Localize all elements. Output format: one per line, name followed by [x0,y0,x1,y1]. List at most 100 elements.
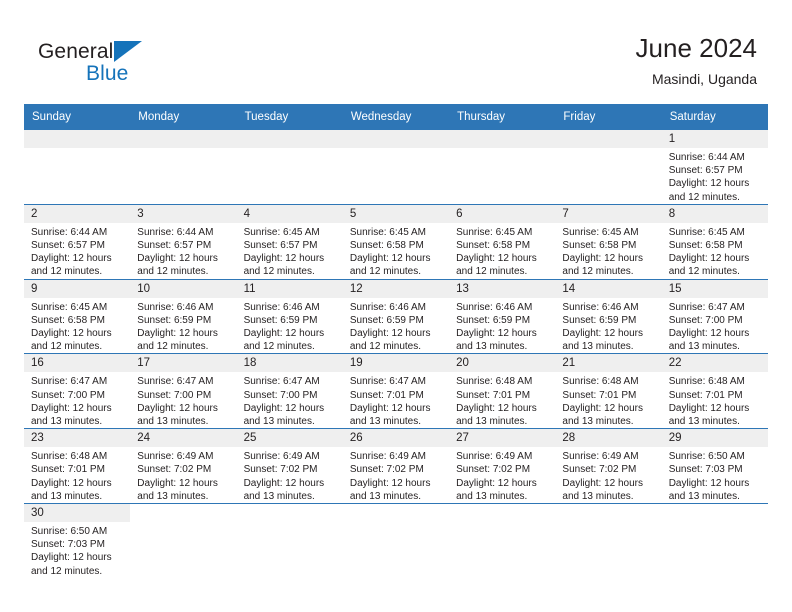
day-details: Sunrise: 6:44 AM Sunset: 6:57 PM Daylight:… [662,148,768,204]
calendar-day-cell[interactable]: 26 Sunrise: 6:49 AM Sunset: 7:02 PM Dayligh… [342,428,450,504]
brand-logo-row-top: General [38,39,143,64]
calendar-table: Sunday Monday Tuesday Wednesday Thursday… [24,104,768,578]
calendar-day-cell[interactable]: 11 Sunrise: 6:46 AM Sunset: 6:59 PM Dayligh… [236,278,343,354]
day-number: 10 [130,279,237,298]
calendar-day-cell[interactable]: 19 Sunrise: 6:47 AM Sunset: 7:01 PM Dayligh… [342,353,450,429]
brand-logo[interactable]: General Blue [38,39,143,87]
day-number: 15 [661,279,768,298]
daylight-text: Daylight: 12 hours and 12 minutes. [243,328,325,353]
calendar-day-cell[interactable]: 13 Sunrise: 6:46 AM Sunset: 6:59 PM Dayligh… [449,278,556,354]
sunset-text: Sunset: 6:57 PM [243,240,318,252]
day-details: Sunrise: 6:45 AM Sunset: 6:58 PM Daylight:… [555,223,661,279]
brand-name-general: General [38,40,114,63]
day-number: 4 [236,204,343,223]
sunrise-text: Sunrise: 6:46 AM [137,301,214,313]
brand-logo-row-bottom: Blue [38,62,142,86]
sunrise-text: Sunrise: 6:49 AM [243,451,320,463]
day-details: Sunrise: 6:49 AM Sunset: 7:02 PM Daylight:… [343,447,449,503]
day-number: 30 [24,504,131,523]
calendar-week-row: 16 Sunrise: 6:47 AM Sunset: 7:00 PM Dayligh… [24,353,768,429]
sunrise-text: Sunrise: 6:49 AM [349,451,426,463]
sunset-text: Sunset: 6:59 PM [349,314,424,326]
daylight-text: Daylight: 12 hours and 13 minutes. [668,328,750,353]
day-details: Sunrise: 6:44 AM Sunset: 6:57 PM Daylight:… [24,223,130,279]
day-number: 5 [342,204,450,223]
daylight-text: Daylight: 12 hours and 13 minutes. [562,402,644,428]
calendar-day-cell[interactable]: 3 Sunrise: 6:44 AM Sunset: 6:57 PM Daylight… [130,203,237,280]
daylight-text: Daylight: 12 hours and 12 minutes. [31,328,112,353]
sunrise-text: Sunrise: 6:46 AM [349,301,426,313]
calendar-day-cell[interactable]: 9 Sunrise: 6:45 AM Sunset: 6:58 PM Daylight… [24,278,131,354]
calendar-day-cell[interactable]: 10 Sunrise: 6:46 AM Sunset: 6:59 PM Dayligh… [130,278,237,354]
calendar-day-cell[interactable]: 23 Sunrise: 6:48 AM Sunset: 7:01 PM Dayligh… [24,428,131,504]
sunset-text: Sunset: 7:01 PM [456,389,531,401]
calendar-day-cell[interactable]: 16 Sunrise: 6:47 AM Sunset: 7:00 PM Dayligh… [24,353,131,429]
day-number [555,130,662,148]
calendar-cell-empty [449,129,556,205]
daylight-text: Daylight: 12 hours and 13 minutes. [668,402,750,428]
calendar-day-cell[interactable]: 14 Sunrise: 6:46 AM Sunset: 6:59 PM Dayligh… [555,278,662,354]
calendar-day-cell[interactable]: 24 Sunrise: 6:49 AM Sunset: 7:02 PM Dayligh… [130,428,237,504]
calendar-week-row: 1 Sunrise: 6:44 AM Sunset: 6:57 PM Daylight… [24,129,768,205]
calendar-day-cell[interactable]: 12 Sunrise: 6:46 AM Sunset: 6:59 PM Dayligh… [342,278,450,354]
day-details: Sunrise: 6:48 AM Sunset: 7:01 PM Daylight:… [555,372,661,428]
calendar-day-cell[interactable]: 17 Sunrise: 6:47 AM Sunset: 7:00 PM Dayligh… [130,353,237,429]
day-number: 13 [449,279,556,298]
sunrise-text: Sunrise: 6:48 AM [456,376,533,388]
calendar-cell-blank [236,503,343,578]
calendar-header-row: Sunday Monday Tuesday Wednesday Thursday… [24,104,768,130]
sunrise-text: Sunrise: 6:47 AM [349,376,426,388]
calendar-week-row: 2 Sunrise: 6:44 AM Sunset: 6:57 PM Daylight… [24,203,768,280]
daylight-text: Daylight: 12 hours and 13 minutes. [456,402,537,428]
sunrise-text: Sunrise: 6:45 AM [456,226,533,238]
day-details: Sunrise: 6:46 AM Sunset: 6:59 PM Daylight:… [449,298,555,354]
daylight-text: Daylight: 12 hours and 12 minutes. [668,178,750,203]
calendar-day-cell[interactable]: 29 Sunrise: 6:50 AM Sunset: 7:03 PM Dayligh… [661,428,768,504]
calendar-day-cell[interactable]: 28 Sunrise: 6:49 AM Sunset: 7:02 PM Dayligh… [555,428,662,504]
calendar-day-cell[interactable]: 15 Sunrise: 6:47 AM Sunset: 7:00 PM Dayligh… [661,278,768,354]
calendar-day-cell[interactable]: 5 Sunrise: 6:45 AM Sunset: 6:58 PM Daylight… [342,203,450,280]
sunrise-text: Sunrise: 6:47 AM [31,376,108,388]
calendar-day-cell[interactable]: 30 Sunrise: 6:50 AM Sunset: 7:03 PM Dayligh… [24,503,131,578]
calendar-day-cell[interactable]: 6 Sunrise: 6:45 AM Sunset: 6:58 PM Daylight… [449,203,556,280]
sunset-text: Sunset: 6:58 PM [668,240,743,252]
sunset-text: Sunset: 6:58 PM [349,240,424,252]
day-details: Sunrise: 6:47 AM Sunset: 7:00 PM Daylight:… [24,372,130,428]
sunset-text: Sunset: 7:00 PM [137,389,212,401]
day-details: Sunrise: 6:48 AM Sunset: 7:01 PM Daylight:… [24,447,130,503]
sunrise-text: Sunrise: 6:46 AM [562,301,639,313]
day-details: Sunrise: 6:50 AM Sunset: 7:03 PM Daylight:… [24,522,130,578]
calendar-day-cell[interactable]: 25 Sunrise: 6:49 AM Sunset: 7:02 PM Dayligh… [236,428,343,504]
weekday-header-monday: Monday [130,104,237,130]
calendar-day-cell[interactable]: 20 Sunrise: 6:48 AM Sunset: 7:01 PM Dayligh… [449,353,556,429]
calendar-day-cell[interactable]: 22 Sunrise: 6:48 AM Sunset: 7:01 PM Dayligh… [661,353,768,429]
weekday-header-saturday: Saturday [661,104,768,130]
sunrise-text: Sunrise: 6:45 AM [668,226,745,238]
daylight-text: Daylight: 12 hours and 13 minutes. [349,402,431,428]
calendar-day-cell[interactable]: 7 Sunrise: 6:45 AM Sunset: 6:58 PM Daylight… [555,203,662,280]
calendar-day-cell[interactable]: 27 Sunrise: 6:49 AM Sunset: 7:02 PM Dayligh… [449,428,556,504]
calendar-cell-blank [555,503,662,578]
calendar-day-cell[interactable]: 21 Sunrise: 6:48 AM Sunset: 7:01 PM Dayligh… [555,353,662,429]
calendar-day-cell[interactable]: 2 Sunrise: 6:44 AM Sunset: 6:57 PM Daylight… [24,203,131,280]
sunset-text: Sunset: 6:58 PM [562,240,637,252]
triangle-icon [114,41,143,62]
day-details: Sunrise: 6:49 AM Sunset: 7:02 PM Daylight:… [555,447,661,503]
calendar-cell-blank [130,503,237,578]
sunset-text: Sunset: 7:03 PM [668,464,743,476]
sunset-text: Sunset: 6:59 PM [562,314,637,326]
calendar-day-cell[interactable]: 8 Sunrise: 6:45 AM Sunset: 6:58 PM Daylight… [661,203,768,280]
sunset-text: Sunset: 6:58 PM [456,240,531,252]
weekday-header-sunday: Sunday [24,104,131,130]
day-details: Sunrise: 6:47 AM Sunset: 7:01 PM Daylight:… [343,372,449,428]
day-details: Sunrise: 6:47 AM Sunset: 7:00 PM Daylight:… [237,372,343,428]
sunrise-text: Sunrise: 6:44 AM [31,226,108,238]
calendar-day-cell[interactable]: 1 Sunrise: 6:44 AM Sunset: 6:57 PM Daylight… [661,129,768,205]
day-details: Sunrise: 6:44 AM Sunset: 6:57 PM Daylight:… [130,223,236,279]
sunrise-text: Sunrise: 6:49 AM [456,451,533,463]
calendar-day-cell[interactable]: 4 Sunrise: 6:45 AM Sunset: 6:57 PM Daylight… [236,203,343,280]
calendar-day-cell[interactable]: 18 Sunrise: 6:47 AM Sunset: 7:00 PM Dayligh… [236,353,343,429]
page-subtitle-location: Masindi, Uganda [651,71,757,87]
day-details: Sunrise: 6:45 AM Sunset: 6:58 PM Daylight:… [449,223,555,279]
daylight-text: Daylight: 12 hours and 13 minutes. [668,477,750,502]
